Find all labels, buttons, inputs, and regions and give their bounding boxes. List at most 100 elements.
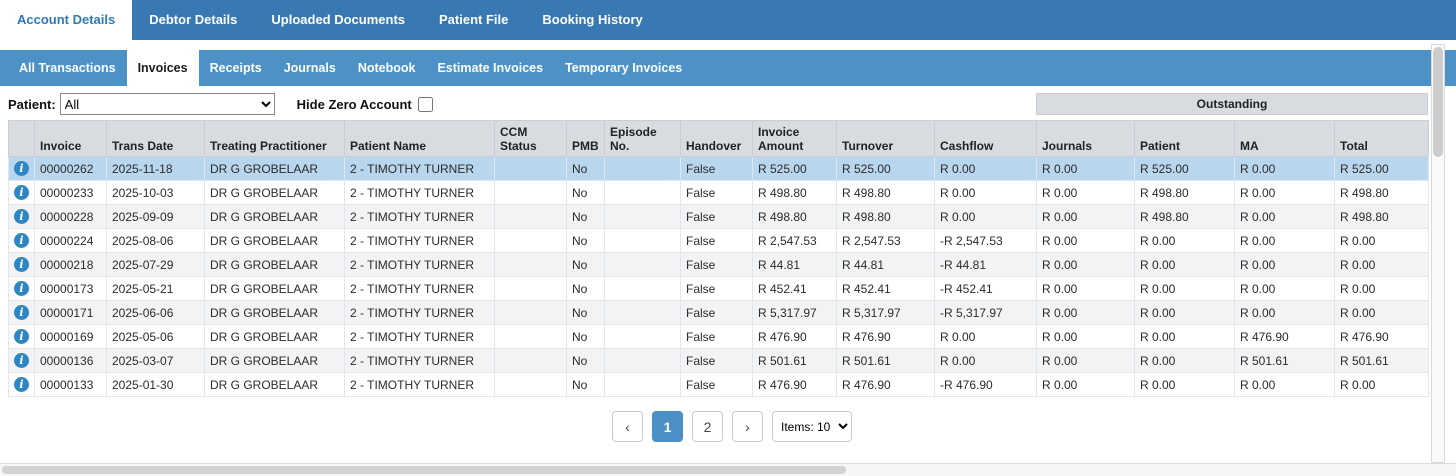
cell-cashflow: -R 44.81: [935, 253, 1037, 277]
cell-treating-practitioner: DR G GROBELAAR: [205, 229, 345, 253]
vertical-scrollbar[interactable]: [1431, 44, 1445, 463]
cell-trans-date: 2025-07-29: [107, 253, 205, 277]
top-tab-debtor-details[interactable]: Debtor Details: [132, 0, 254, 40]
col-header-ma[interactable]: MA: [1235, 121, 1335, 157]
sub-tab-notebook[interactable]: Notebook: [347, 50, 427, 86]
table-row[interactable]: i000002622025-11-18DR G GROBELAAR2 - TIM…: [9, 157, 1429, 181]
top-tab-patient-file[interactable]: Patient File: [422, 0, 525, 40]
table-row[interactable]: i000001732025-05-21DR G GROBELAAR2 - TIM…: [9, 277, 1429, 301]
page-button-2[interactable]: 2: [692, 411, 723, 442]
patient-select[interactable]: All: [60, 93, 275, 115]
col-header-trans-date[interactable]: Trans Date: [107, 121, 205, 157]
sub-tab-all-transactions[interactable]: All Transactions: [8, 50, 127, 86]
table-row[interactable]: i000001712025-06-06DR G GROBELAAR2 - TIM…: [9, 301, 1429, 325]
info-icon[interactable]: i: [14, 185, 29, 200]
filter-row: Patient: All Hide Zero Account Outstandi…: [8, 92, 1456, 116]
cell-ccm-status: [495, 373, 567, 397]
cell-invoice: 00000133: [35, 373, 107, 397]
info-icon[interactable]: i: [14, 353, 29, 368]
table-row[interactable]: i000002332025-10-03DR G GROBELAAR2 - TIM…: [9, 181, 1429, 205]
sub-tab-journals[interactable]: Journals: [273, 50, 347, 86]
vertical-scrollbar-thumb[interactable]: [1433, 47, 1443, 157]
col-header-journals[interactable]: Journals: [1037, 121, 1135, 157]
cell-handover: False: [681, 373, 753, 397]
items-per-page-select[interactable]: Items: 10: [772, 411, 852, 442]
cell-ma: R 0.00: [1235, 157, 1335, 181]
cell-invoice-amount: R 476.90: [753, 325, 837, 349]
page-button-1[interactable]: 1: [652, 411, 683, 442]
col-header-turnover[interactable]: Turnover: [837, 121, 935, 157]
cell-patient: R 0.00: [1135, 349, 1235, 373]
col-header-cashflow[interactable]: Cashflow: [935, 121, 1037, 157]
info-icon[interactable]: i: [14, 233, 29, 248]
top-tab-account-details[interactable]: Account Details: [0, 0, 132, 40]
col-header-total[interactable]: Total: [1335, 121, 1429, 157]
cell-ma: R 0.00: [1235, 253, 1335, 277]
col-header-episode-no[interactable]: Episode No.: [605, 121, 681, 157]
hide-zero-label: Hide Zero Account: [297, 97, 412, 112]
cell-patient: R 498.80: [1135, 181, 1235, 205]
sub-tab-temporary-invoices[interactable]: Temporary Invoices: [554, 50, 693, 86]
info-icon-cell: i: [9, 181, 35, 205]
horizontal-scrollbar[interactable]: [0, 463, 1456, 476]
cell-cashflow: R 0.00: [935, 181, 1037, 205]
cell-episode-no: [605, 181, 681, 205]
info-icon-cell: i: [9, 253, 35, 277]
cell-episode-no: [605, 277, 681, 301]
cell-total: R 0.00: [1335, 277, 1429, 301]
table-row[interactable]: i000002282025-09-09DR G GROBELAAR2 - TIM…: [9, 205, 1429, 229]
info-icon[interactable]: i: [14, 305, 29, 320]
cell-turnover: R 498.80: [837, 181, 935, 205]
info-icon[interactable]: i: [14, 281, 29, 296]
cell-cashflow: -R 452.41: [935, 277, 1037, 301]
table-row[interactable]: i000002242025-08-06DR G GROBELAAR2 - TIM…: [9, 229, 1429, 253]
page: Account DetailsDebtor DetailsUploaded Do…: [0, 0, 1456, 442]
sub-tab-invoices[interactable]: Invoices: [127, 50, 199, 86]
horizontal-scrollbar-thumb[interactable]: [2, 466, 846, 474]
col-header-patient[interactable]: Patient: [1135, 121, 1235, 157]
cell-trans-date: 2025-10-03: [107, 181, 205, 205]
info-icon[interactable]: i: [14, 161, 29, 176]
cell-invoice: 00000173: [35, 277, 107, 301]
cell-ma: R 0.00: [1235, 181, 1335, 205]
col-header-invoice-amount[interactable]: Invoice Amount: [753, 121, 837, 157]
cell-total: R 501.61: [1335, 349, 1429, 373]
col-header-pmb[interactable]: PMB: [567, 121, 605, 157]
cell-handover: False: [681, 157, 753, 181]
sub-tab-receipts[interactable]: Receipts: [199, 50, 273, 86]
info-icon[interactable]: i: [14, 257, 29, 272]
cell-invoice: 00000228: [35, 205, 107, 229]
info-icon-cell: i: [9, 205, 35, 229]
info-icon[interactable]: i: [14, 377, 29, 392]
info-icon-cell: i: [9, 277, 35, 301]
cell-ccm-status: [495, 157, 567, 181]
col-header-handover[interactable]: Handover: [681, 121, 753, 157]
col-header-invoice[interactable]: Invoice: [35, 121, 107, 157]
table-row[interactable]: i000001332025-01-30DR G GROBELAAR2 - TIM…: [9, 373, 1429, 397]
cell-treating-practitioner: DR G GROBELAAR: [205, 301, 345, 325]
col-header-patient-name[interactable]: Patient Name: [345, 121, 495, 157]
info-icon[interactable]: i: [14, 209, 29, 224]
table-row[interactable]: i000002182025-07-29DR G GROBELAAR2 - TIM…: [9, 253, 1429, 277]
cell-pmb: No: [567, 301, 605, 325]
cell-episode-no: [605, 253, 681, 277]
cell-trans-date: 2025-08-06: [107, 229, 205, 253]
info-icon[interactable]: i: [14, 329, 29, 344]
cell-turnover: R 452.41: [837, 277, 935, 301]
cell-total: R 525.00: [1335, 157, 1429, 181]
table-row[interactable]: i000001692025-05-06DR G GROBELAAR2 - TIM…: [9, 325, 1429, 349]
top-tab-uploaded-documents[interactable]: Uploaded Documents: [254, 0, 422, 40]
cell-handover: False: [681, 229, 753, 253]
sub-tab-estimate-invoices[interactable]: Estimate Invoices: [426, 50, 554, 86]
cell-invoice-amount: R 5,317.97: [753, 301, 837, 325]
cell-patient-name: 2 - TIMOTHY TURNER: [345, 373, 495, 397]
table-row[interactable]: i000001362025-03-07DR G GROBELAAR2 - TIM…: [9, 349, 1429, 373]
cell-total: R 476.90: [1335, 325, 1429, 349]
top-tab-booking-history[interactable]: Booking History: [525, 0, 659, 40]
cell-total: R 0.00: [1335, 253, 1429, 277]
hide-zero-checkbox[interactable]: [418, 97, 433, 112]
prev-page-button[interactable]: ‹: [612, 411, 643, 442]
col-header-treating-practitioner[interactable]: Treating Practitioner: [205, 121, 345, 157]
col-header-ccm-status[interactable]: CCM Status: [495, 121, 567, 157]
next-page-button[interactable]: ›: [732, 411, 763, 442]
